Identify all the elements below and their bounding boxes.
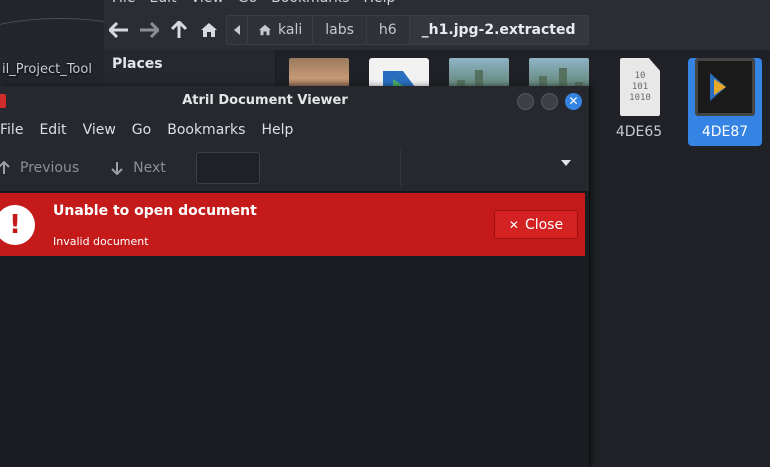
error-title: Unable to open document [53, 203, 257, 219]
fm-menu-help[interactable]: Help [363, 0, 395, 8]
home-icon[interactable] [194, 15, 224, 45]
close-icon: ✕ [508, 217, 519, 232]
previous-page-button[interactable]: Previous [0, 160, 79, 176]
atril-toolbar: Previous Next [0, 144, 589, 192]
file-item-4de87[interactable]: 4DE87 [688, 58, 762, 146]
fm-menu-view[interactable]: View [191, 0, 224, 8]
breadcrumb-h6[interactable]: h6 [366, 15, 410, 45]
arrow-up-icon [0, 160, 10, 174]
error-message: Invalid document [53, 235, 149, 248]
error-infobar: ! Unable to open document Invalid docume… [0, 193, 585, 256]
close-window-button[interactable]: ✕ [565, 93, 582, 110]
next-page-button[interactable]: Next [111, 160, 166, 176]
document-view[interactable] [0, 256, 585, 467]
breadcrumb-left-scroll[interactable] [226, 15, 248, 45]
menu-help[interactable]: Help [253, 122, 301, 138]
error-icon: ! [0, 205, 35, 245]
close-label: Close [524, 216, 564, 233]
back-arrow-icon[interactable] [104, 15, 134, 45]
file-manager-toolbar: kali labs h6 _h1.jpg-2.extracted [104, 12, 770, 48]
atril-menubar: File Edit View Go Bookmarks Help [0, 116, 589, 144]
window-title: Atril Document Viewer [182, 93, 348, 108]
minimize-button[interactable] [517, 93, 534, 110]
atril-window: Atril Document Viewer ✕ File Edit View G… [0, 86, 590, 467]
binary-glyph: 10 101 1010 [629, 70, 651, 103]
places-title: Places [112, 56, 163, 72]
home-small-icon [259, 24, 271, 36]
fm-menu-edit[interactable]: Edit [149, 0, 176, 8]
menu-bookmarks[interactable]: Bookmarks [159, 122, 253, 138]
title-bar[interactable]: Atril Document Viewer ✕ [0, 86, 589, 116]
next-label: Next [133, 159, 166, 176]
file-item-4de65[interactable]: 10 101 1010 4DE65 [602, 58, 676, 146]
fm-menu-file[interactable]: File [112, 0, 135, 8]
menu-go[interactable]: Go [124, 122, 159, 138]
close-icon: ✕ [568, 94, 579, 108]
chevron-down-icon[interactable] [561, 160, 571, 166]
binary-file-icon: 10 101 1010 [620, 58, 660, 116]
previous-label: Previous [20, 159, 80, 176]
file-name: 4DE65 [615, 124, 663, 140]
desktop-background: il_Project_Tool [0, 0, 104, 86]
breadcrumb-extracted[interactable]: _h1.jpg-2.extracted [409, 15, 589, 45]
up-arrow-icon[interactable] [164, 15, 194, 45]
desktop-icon-label[interactable]: il_Project_Tool [2, 62, 92, 77]
arrow-down-icon [111, 161, 123, 175]
breadcrumb: kali labs h6 _h1.jpg-2.extracted [226, 15, 589, 45]
screen: il_Project_Tool File Edit View Go Bookma… [0, 0, 770, 467]
menu-view[interactable]: View [75, 122, 124, 138]
menu-file[interactable]: File [0, 122, 31, 138]
file-manager-menubar: File Edit View Go Bookmarks Help [104, 0, 770, 8]
page-number-input[interactable] [195, 151, 260, 184]
file-name: 4DE87 [701, 124, 749, 140]
menu-edit[interactable]: Edit [31, 122, 74, 138]
breadcrumb-kali[interactable]: kali [248, 15, 314, 45]
error-close-button[interactable]: ✕ Close [494, 210, 578, 239]
executable-icon [695, 58, 755, 116]
breadcrumb-labs[interactable]: labs [313, 15, 367, 45]
breadcrumb-label: kali [278, 22, 303, 38]
fm-menu-bookmarks[interactable]: Bookmarks [271, 0, 349, 8]
toolbar-separator [399, 149, 401, 186]
maximize-button[interactable] [541, 93, 558, 110]
forward-arrow-icon[interactable] [134, 15, 164, 45]
fm-menu-go[interactable]: Go [238, 0, 257, 8]
